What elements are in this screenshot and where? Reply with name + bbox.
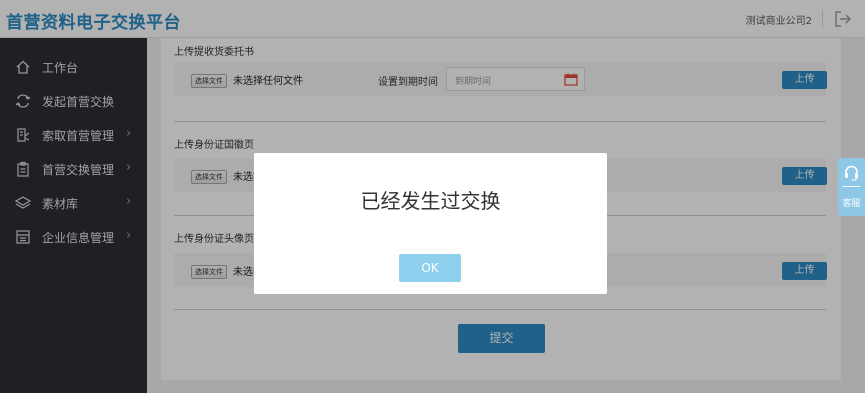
ok-button[interactable]: OK	[399, 254, 461, 282]
headset-icon	[845, 165, 858, 181]
dialog-message: 已经发生过交换	[360, 189, 501, 213]
alert-dialog: 已经发生过交换 OK	[254, 153, 607, 294]
customer-service-label: 客服	[842, 199, 861, 209]
customer-service-float[interactable]: 客服	[838, 158, 865, 216]
support-divider	[843, 186, 860, 187]
